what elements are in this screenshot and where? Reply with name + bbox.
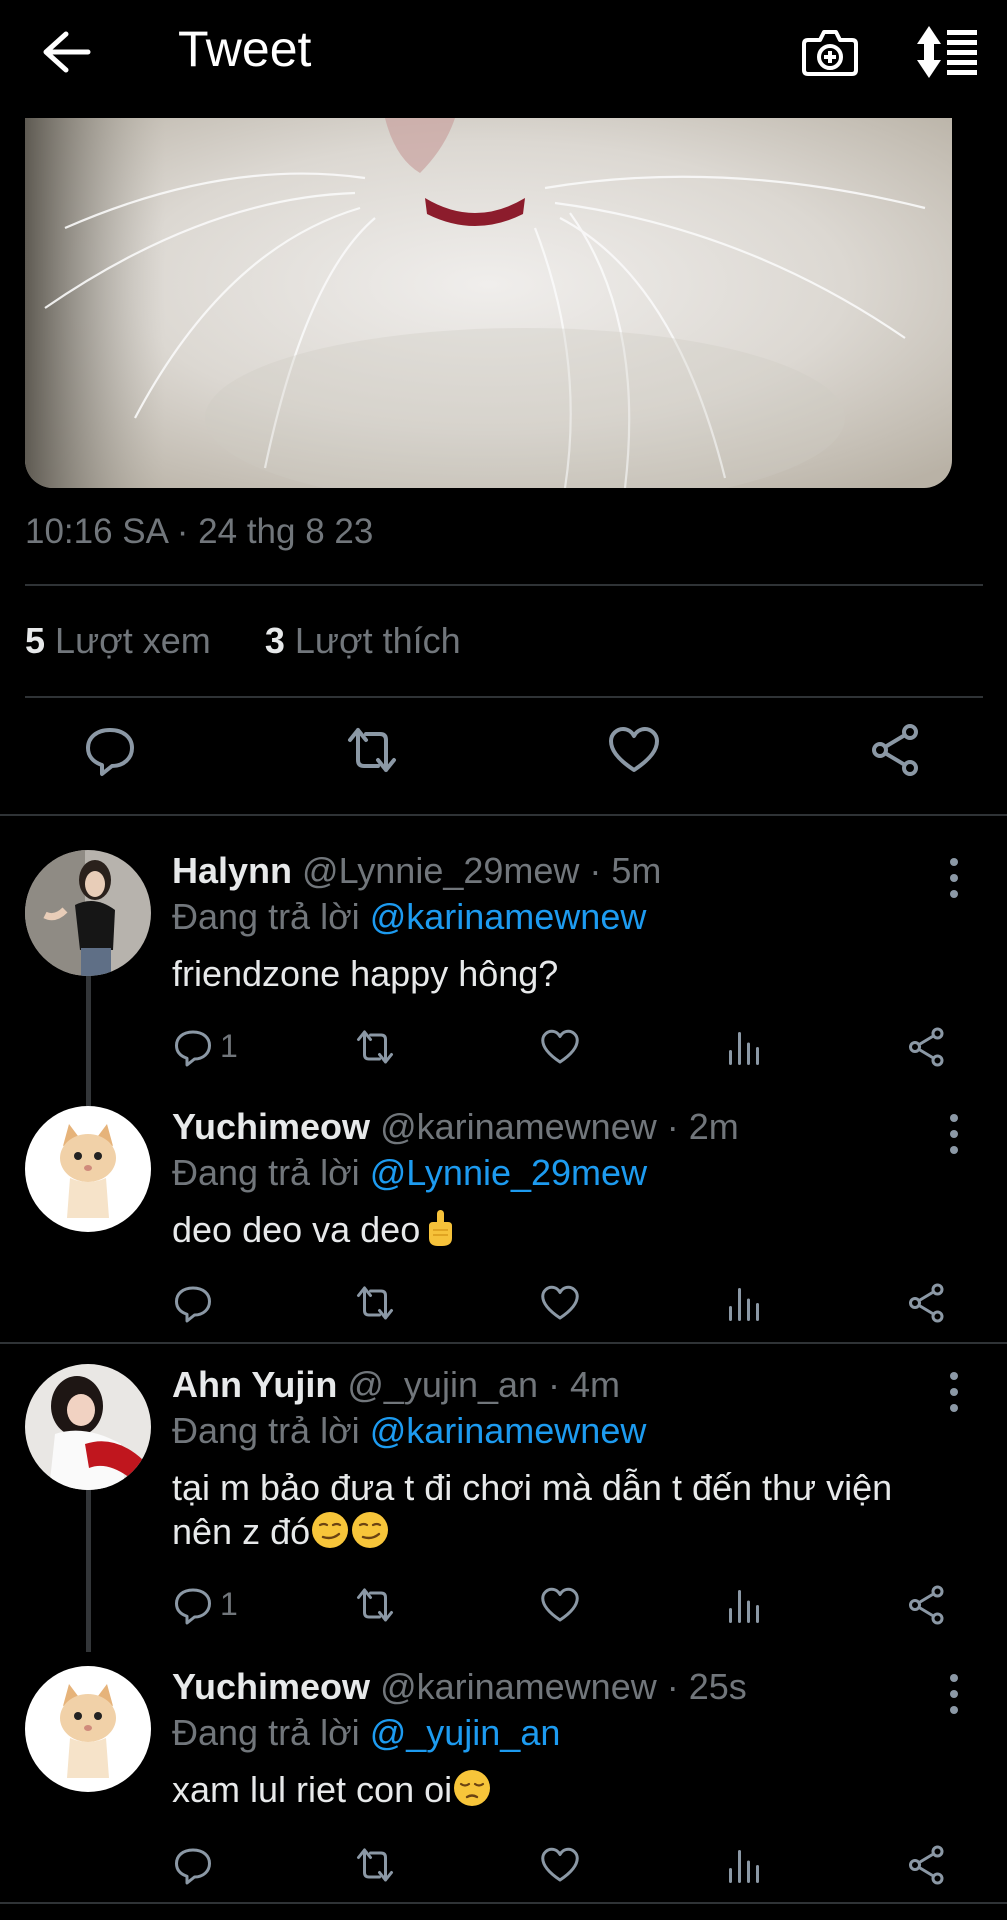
reply-text: friendzone happy hông? [172, 953, 559, 994]
retweet-icon[interactable] [344, 722, 400, 778]
handle-and-time: @Lynnie_29mew · 5m [302, 850, 662, 891]
handle-and-time: @_yujin_an · 4m [347, 1364, 621, 1405]
reply-text-container: deo deo va deo [172, 1208, 952, 1252]
reply-action-bar: 1 [0, 1584, 1007, 1634]
mention-link[interactable]: @_yujin_an [370, 1712, 561, 1753]
likes-stat[interactable]: 3 Lượt thích [265, 620, 461, 661]
replying-label: Đang trả lời [172, 1152, 360, 1193]
pensive-emoji-icon [452, 1768, 492, 1808]
avatar[interactable] [25, 1364, 151, 1490]
retweet-icon[interactable] [354, 1026, 396, 1068]
more-options-icon[interactable] [942, 856, 966, 900]
display-name[interactable]: Halynn [172, 850, 292, 891]
top-bar: Tweet [0, 0, 1007, 100]
retweet-icon[interactable] [354, 1282, 396, 1324]
share-icon[interactable] [906, 1844, 948, 1886]
analytics-icon[interactable] [723, 1844, 765, 1886]
reply-icon[interactable] [82, 722, 138, 778]
replying-label: Đang trả lời [172, 1410, 360, 1451]
middle-finger-emoji-icon [420, 1208, 460, 1248]
avatar[interactable] [25, 850, 151, 976]
reply-text-line: nên z đó [172, 1511, 311, 1552]
like-icon[interactable] [539, 1584, 581, 1626]
reply-action-bar [0, 1282, 1007, 1332]
like-icon[interactable] [539, 1844, 581, 1886]
replying-to: Đang trả lời @_yujin_an [172, 1712, 560, 1754]
sort-icon[interactable] [915, 24, 981, 80]
reply-action-bar [0, 1844, 1007, 1894]
replying-to: Đang trả lời @karinamewnew [172, 1410, 646, 1452]
like-icon[interactable] [539, 1026, 581, 1068]
smirk-emoji-icon [350, 1510, 390, 1550]
tweet-action-bar [0, 722, 1007, 792]
reply-text: deo deo va deo [172, 1209, 421, 1250]
likes-count: 3 [264, 620, 285, 661]
reply-tweet[interactable]: Yuchimeow @karinamewnew · 25s Đang trả l… [0, 1656, 1007, 1896]
handle-and-time: @karinamewnew · 2m [380, 1106, 739, 1147]
share-icon[interactable] [906, 1282, 948, 1324]
reply-text-line: tại m bảo đưa t đi chơi mà dẫn t đến thư… [172, 1467, 893, 1508]
smirk-emoji-icon [310, 1510, 350, 1550]
likes-label: Lượt thích [294, 620, 461, 661]
more-options-icon[interactable] [942, 1112, 966, 1156]
replying-to: Đang trả lời @karinamewnew [172, 896, 646, 938]
reply-text-container: xam lul riet con oi [172, 1768, 952, 1812]
reply-text-line-2: nên z đó [172, 1510, 952, 1554]
replying-label: Đang trả lời [172, 1712, 360, 1753]
divider [25, 584, 983, 586]
more-options-icon[interactable] [942, 1370, 966, 1414]
display-name[interactable]: Yuchimeow [172, 1666, 370, 1707]
reply-count: 1 [220, 1028, 238, 1064]
replying-to: Đang trả lời @Lynnie_29mew [172, 1152, 647, 1194]
reply-count: 1 [220, 1586, 238, 1622]
divider [0, 814, 1007, 816]
reply-text: xam lul riet con oi [172, 1769, 453, 1810]
share-icon[interactable] [868, 722, 924, 778]
divider [0, 1342, 1007, 1344]
retweet-icon[interactable] [354, 1584, 396, 1626]
avatar[interactable] [25, 1666, 151, 1792]
handle-and-time: @karinamewnew · 25s [380, 1666, 747, 1707]
avatar[interactable] [25, 1106, 151, 1232]
mention-link[interactable]: @karinamewnew [370, 1410, 647, 1451]
camera-icon[interactable] [800, 22, 860, 82]
analytics-icon[interactable] [723, 1282, 765, 1324]
display-name[interactable]: Yuchimeow [172, 1106, 370, 1147]
views-label: Lượt xem [55, 620, 211, 661]
mention-link[interactable]: @Lynnie_29mew [370, 1152, 647, 1193]
reply-tweet[interactable]: Yuchimeow @karinamewnew · 2m Đang trả lờ… [0, 1096, 1007, 1336]
reply-icon[interactable] [172, 1844, 214, 1886]
tweet-photo[interactable] [25, 118, 952, 488]
views-stat[interactable]: 5 Lượt xem [25, 620, 211, 661]
share-icon[interactable] [906, 1026, 948, 1068]
like-icon[interactable] [606, 722, 662, 778]
analytics-icon[interactable] [723, 1584, 765, 1626]
reply-action-bar: 1 [0, 1026, 1007, 1076]
tweet-stats: 5 Lượt xem 3 Lượt thích [25, 620, 461, 662]
reply-icon[interactable] [172, 1584, 214, 1626]
back-arrow-icon[interactable] [42, 30, 92, 74]
page-title: Tweet [178, 21, 312, 77]
replying-label: Đang trả lời [172, 896, 360, 937]
tweet-timestamp: 10:16 SA · 24 thg 8 23 [25, 512, 374, 551]
retweet-icon[interactable] [354, 1844, 396, 1886]
reply-icon[interactable] [172, 1282, 214, 1324]
display-name[interactable]: Ahn Yujin [172, 1364, 337, 1405]
reply-tweet[interactable]: Halynn @Lynnie_29mew · 5m Đang trả lời @… [0, 840, 1007, 1110]
divider [0, 1902, 1007, 1904]
more-options-icon[interactable] [942, 1672, 966, 1716]
mention-link[interactable]: @karinamewnew [370, 896, 647, 937]
divider [25, 696, 983, 698]
reply-text-container: tại m bảo đưa t đi chơi mà dẫn t đến thư… [172, 1466, 952, 1554]
analytics-icon[interactable] [723, 1026, 765, 1068]
views-count: 5 [25, 620, 46, 661]
reply-tweet[interactable]: Ahn Yujin @_yujin_an · 4m Đang trả lời @… [0, 1354, 1007, 1654]
share-icon[interactable] [906, 1584, 948, 1626]
like-icon[interactable] [539, 1282, 581, 1324]
reply-icon[interactable] [172, 1026, 214, 1068]
